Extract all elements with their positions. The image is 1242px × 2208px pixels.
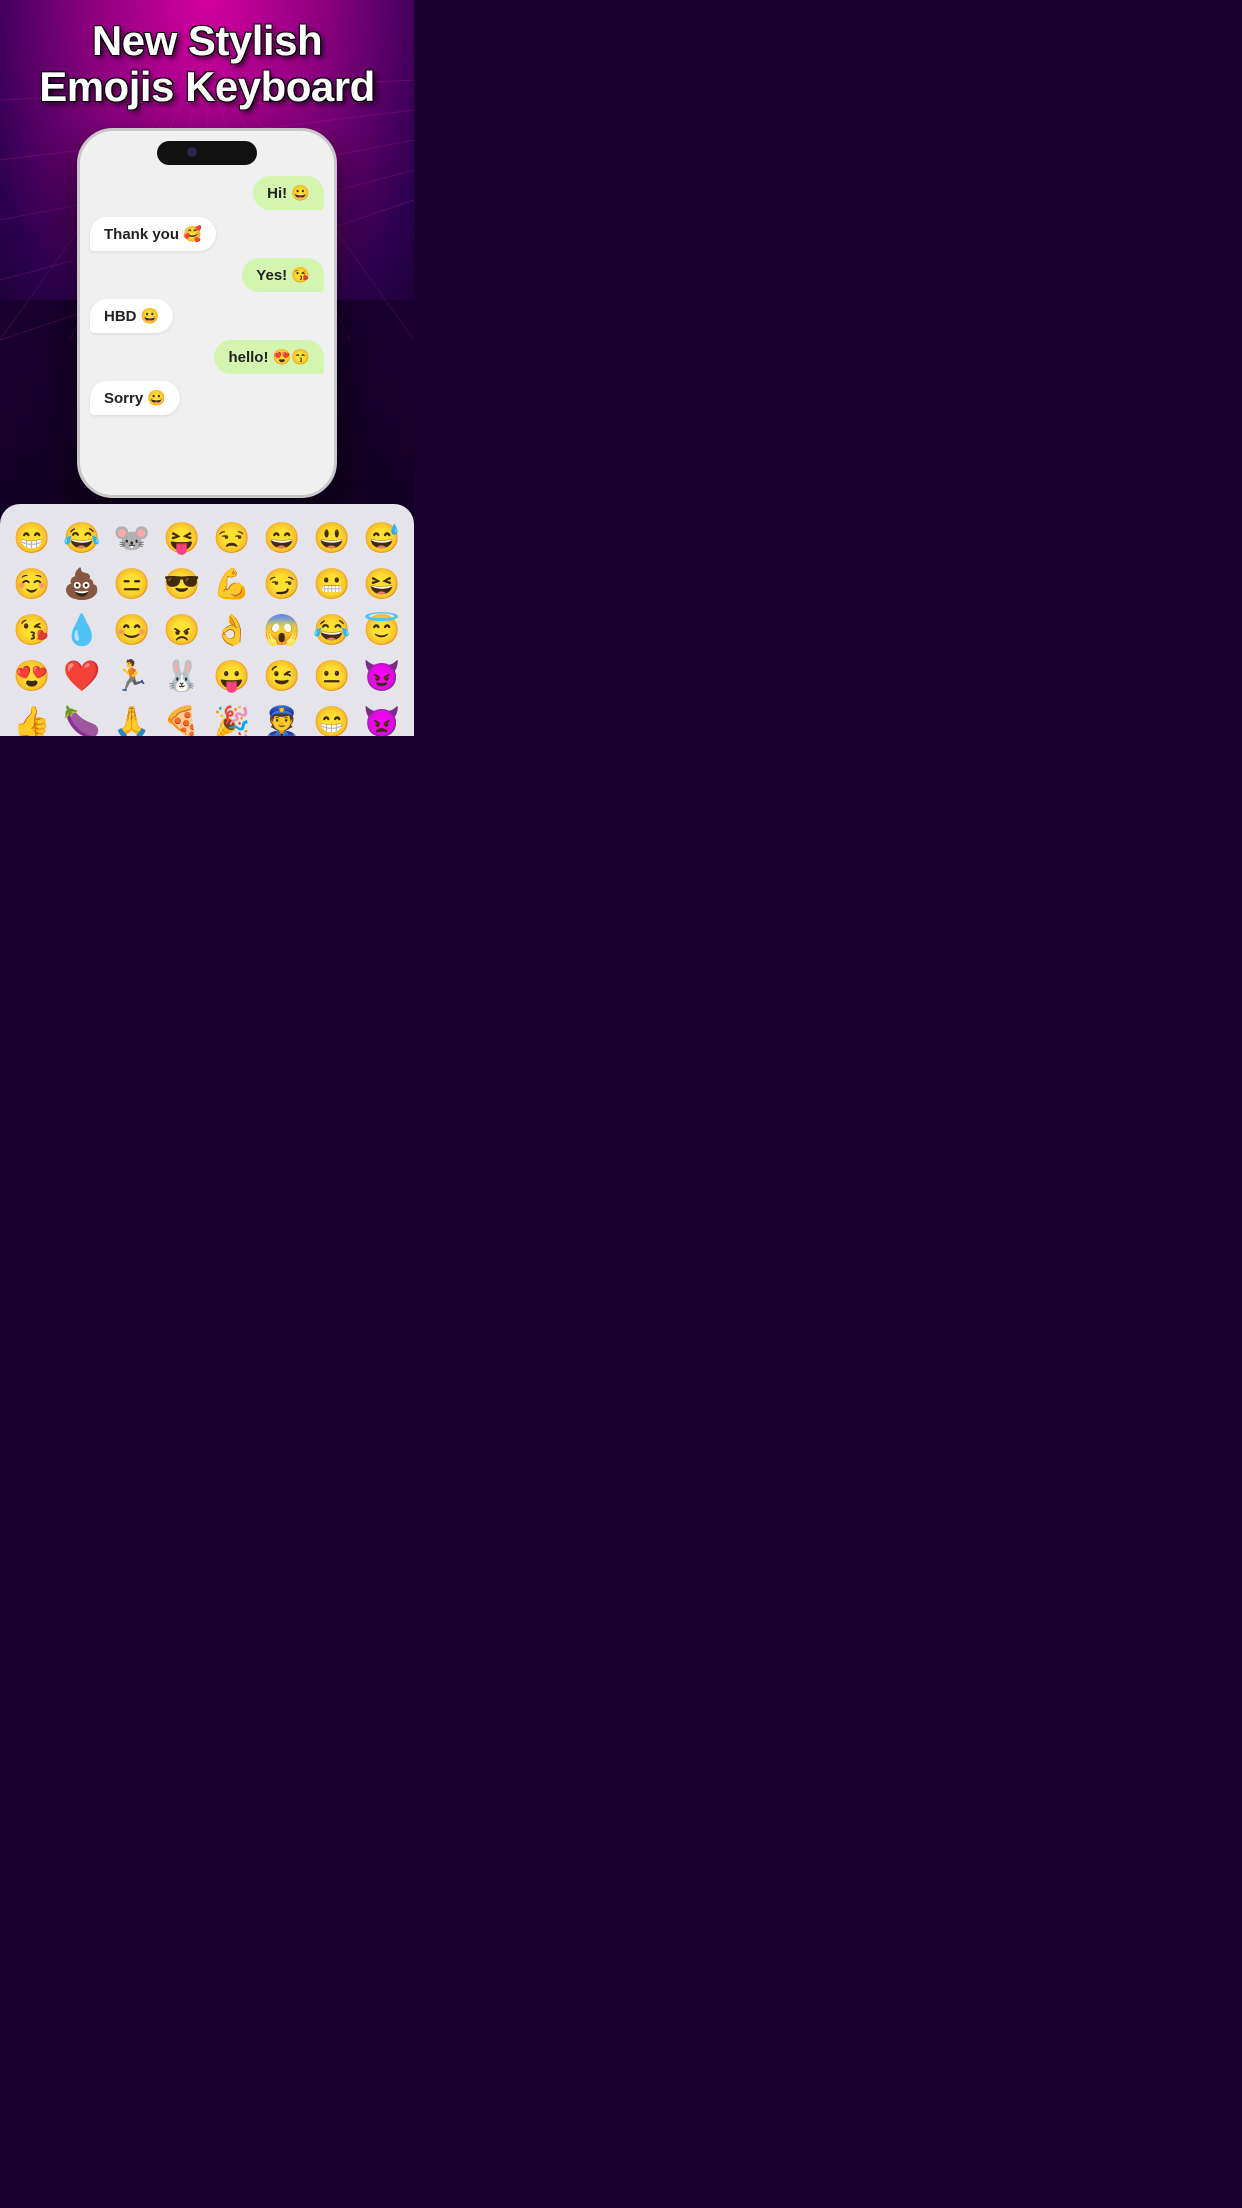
emoji-key-36[interactable]: 🎉 (208, 700, 256, 736)
emoji-key-0[interactable]: 😁 (8, 516, 56, 560)
chat-bubble: HBD 😀 (90, 299, 173, 333)
emoji-key-30[interactable]: 😐 (308, 654, 356, 698)
chat-bubble: Thank you 🥰 (90, 217, 216, 251)
chat-message-row: Thank you 🥰 (90, 217, 324, 251)
phone-screen: Hi! 😀 Thank you 🥰 Yes! 😘 HBD 😀 hello! 😍😙 Sorr… (80, 131, 334, 495)
emoji-key-17[interactable]: 💧 (58, 608, 106, 652)
chat-message-row: hello! 😍😙 (90, 340, 324, 374)
emoji-key-25[interactable]: ❤️ (58, 654, 106, 698)
page-container: New Stylish Emojis Keyboard Hi! 😀 Thank y… (0, 0, 414, 736)
chat-message-row: HBD 😀 (90, 299, 324, 333)
emoji-key-13[interactable]: 😏 (258, 562, 306, 606)
phone-notch (157, 141, 257, 165)
emoji-key-23[interactable]: 😇 (358, 608, 406, 652)
emoji-key-19[interactable]: 😠 (158, 608, 206, 652)
emoji-key-10[interactable]: 😑 (108, 562, 156, 606)
emoji-key-20[interactable]: 👌 (208, 608, 256, 652)
emoji-key-12[interactable]: 💪 (208, 562, 256, 606)
emoji-key-38[interactable]: 😁 (308, 700, 356, 736)
emoji-key-5[interactable]: 😄 (258, 516, 306, 560)
chat-message-row: Sorry 😀 (90, 381, 324, 415)
title-area: New Stylish Emojis Keyboard (0, 0, 414, 120)
chat-message-row: Hi! 😀 (90, 176, 324, 210)
emoji-key-18[interactable]: 😊 (108, 608, 156, 652)
phone-frame: Hi! 😀 Thank you 🥰 Yes! 😘 HBD 😀 hello! 😍😙 Sorr… (77, 128, 337, 498)
chat-bubble: Hi! 😀 (253, 176, 324, 210)
emoji-keyboard: 😁😂🐭😝😒😄😃😅☺️💩😑😎💪😏😬😆😘💧😊😠👌😱😂😇😍❤️🏃🐰😛😉😐😈👍🍆🙏🍕🎉👮… (0, 504, 414, 736)
emoji-key-28[interactable]: 😛 (208, 654, 256, 698)
emoji-key-21[interactable]: 😱 (258, 608, 306, 652)
emoji-key-8[interactable]: ☺️ (8, 562, 56, 606)
chat-bubble: hello! 😍😙 (214, 340, 324, 374)
phone-mockup: Hi! 😀 Thank you 🥰 Yes! 😘 HBD 😀 hello! 😍😙 Sorr… (0, 128, 414, 498)
emoji-key-7[interactable]: 😅 (358, 516, 406, 560)
phone-side-button-right (335, 231, 337, 281)
emoji-key-34[interactable]: 🙏 (108, 700, 156, 736)
chat-bubble: Sorry 😀 (90, 381, 180, 415)
emoji-key-6[interactable]: 😃 (308, 516, 356, 560)
emoji-key-3[interactable]: 😝 (158, 516, 206, 560)
emoji-key-4[interactable]: 😒 (208, 516, 256, 560)
emoji-key-14[interactable]: 😬 (308, 562, 356, 606)
emoji-key-22[interactable]: 😂 (308, 608, 356, 652)
chat-message-row: Yes! 😘 (90, 258, 324, 292)
chat-bubble: Yes! 😘 (242, 258, 324, 292)
emoji-key-31[interactable]: 😈 (358, 654, 406, 698)
emoji-key-27[interactable]: 🐰 (158, 654, 206, 698)
emoji-key-24[interactable]: 😍 (8, 654, 56, 698)
emoji-key-9[interactable]: 💩 (58, 562, 106, 606)
emoji-key-16[interactable]: 😘 (8, 608, 56, 652)
emoji-key-33[interactable]: 🍆 (58, 700, 106, 736)
emoji-grid: 😁😂🐭😝😒😄😃😅☺️💩😑😎💪😏😬😆😘💧😊😠👌😱😂😇😍❤️🏃🐰😛😉😐😈👍🍆🙏🍕🎉👮… (8, 516, 406, 736)
emoji-key-15[interactable]: 😆 (358, 562, 406, 606)
emoji-key-11[interactable]: 😎 (158, 562, 206, 606)
emoji-key-29[interactable]: 😉 (258, 654, 306, 698)
emoji-key-39[interactable]: 👿 (358, 700, 406, 736)
emoji-key-32[interactable]: 👍 (8, 700, 56, 736)
emoji-key-2[interactable]: 🐭 (108, 516, 156, 560)
emoji-key-35[interactable]: 🍕 (158, 700, 206, 736)
phone-camera (187, 147, 197, 157)
emoji-key-37[interactable]: 👮 (258, 700, 306, 736)
emoji-key-1[interactable]: 😂 (58, 516, 106, 560)
emoji-key-26[interactable]: 🏃 (108, 654, 156, 698)
phone-side-button-left (77, 211, 79, 241)
app-title: New Stylish Emojis Keyboard (20, 18, 394, 110)
